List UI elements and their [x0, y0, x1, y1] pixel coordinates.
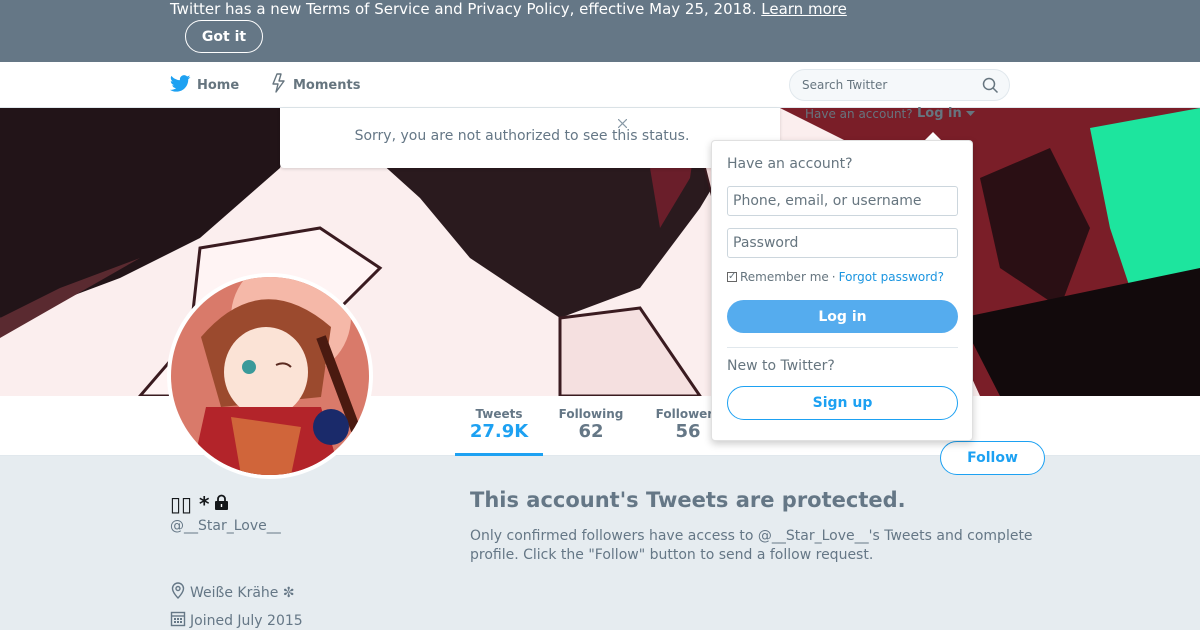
- protected-title: This account's Tweets are protected.: [470, 488, 906, 512]
- lock-icon: [213, 492, 230, 516]
- follow-button[interactable]: Follow: [940, 441, 1045, 475]
- caret-down-icon: [966, 106, 976, 121]
- forgot-password-link[interactable]: Forgot password?: [839, 270, 944, 284]
- close-icon[interactable]: [617, 117, 628, 132]
- stat-label: Following: [558, 407, 624, 421]
- divider: [727, 347, 958, 348]
- profile-name-text: ▯▯ *: [170, 492, 210, 516]
- remember-row: ✓ Remember me · Forgot password?: [727, 270, 944, 284]
- got-it-button[interactable]: Got it: [185, 20, 263, 53]
- search-icon[interactable]: [982, 77, 999, 98]
- login-dropdown: Have an account? ✓ Remember me · Forgot …: [711, 140, 973, 441]
- login-toggle[interactable]: Log in: [917, 106, 976, 121]
- stat-tweets[interactable]: Tweets 27.9K: [455, 396, 543, 456]
- nav-home[interactable]: Home: [169, 62, 240, 108]
- location-text: Weiße Krähe ✼: [190, 584, 295, 601]
- nav-moments-label: Moments: [293, 77, 361, 93]
- search-input[interactable]: [802, 70, 972, 100]
- login-button[interactable]: Log in: [727, 300, 958, 333]
- profile-handle[interactable]: @__Star_Love__: [170, 518, 281, 534]
- status-notice-text: Sorry, you are not authorized to see thi…: [354, 128, 690, 144]
- username-field[interactable]: [727, 186, 958, 216]
- stat-value: 27.9K: [469, 421, 529, 442]
- twitter-bird-icon: [169, 74, 197, 96]
- joined-text: Joined July 2015: [190, 612, 303, 629]
- search-box: [789, 69, 1010, 101]
- signup-button[interactable]: Sign up: [727, 386, 958, 420]
- protected-body: Only confirmed followers have access to …: [470, 528, 1033, 563]
- nav-moments[interactable]: Moments: [271, 62, 360, 108]
- profile-name[interactable]: ▯▯ *: [170, 492, 230, 516]
- status-notice: Sorry, you are not authorized to see thi…: [280, 108, 780, 168]
- lightning-icon: [271, 73, 293, 97]
- separator-dot: ·: [831, 270, 836, 284]
- stat-label: Tweets: [475, 407, 523, 421]
- login-toggle-label: Log in: [917, 106, 962, 121]
- profile-location: Weiße Krähe ✼: [170, 582, 295, 603]
- location-pin-icon: [170, 582, 190, 603]
- profile-joined: Joined July 2015: [170, 610, 303, 630]
- policy-banner: Twitter has a new Terms of Service and P…: [0, 0, 1200, 62]
- remember-me-checkbox[interactable]: ✓: [727, 272, 737, 282]
- have-account-text: Have an account?: [805, 107, 913, 121]
- top-nav: Home Moments: [0, 62, 1200, 108]
- calendar-icon: [170, 610, 190, 630]
- learn-more-link[interactable]: Learn more: [761, 0, 847, 18]
- stat-value: 62: [578, 421, 604, 442]
- new-to-twitter-text: New to Twitter?: [727, 358, 835, 374]
- banner-text: Twitter has a new Terms of Service and P…: [170, 0, 847, 18]
- login-heading: Have an account?: [727, 156, 853, 172]
- password-field[interactable]: [727, 228, 958, 258]
- avatar[interactable]: [167, 273, 373, 479]
- stat-following[interactable]: Following 62: [553, 396, 629, 456]
- banner-message: Twitter has a new Terms of Service and P…: [170, 0, 757, 18]
- dropdown-caret: [925, 132, 941, 140]
- nav-home-label: Home: [197, 77, 240, 93]
- remember-me-label: Remember me: [740, 270, 829, 284]
